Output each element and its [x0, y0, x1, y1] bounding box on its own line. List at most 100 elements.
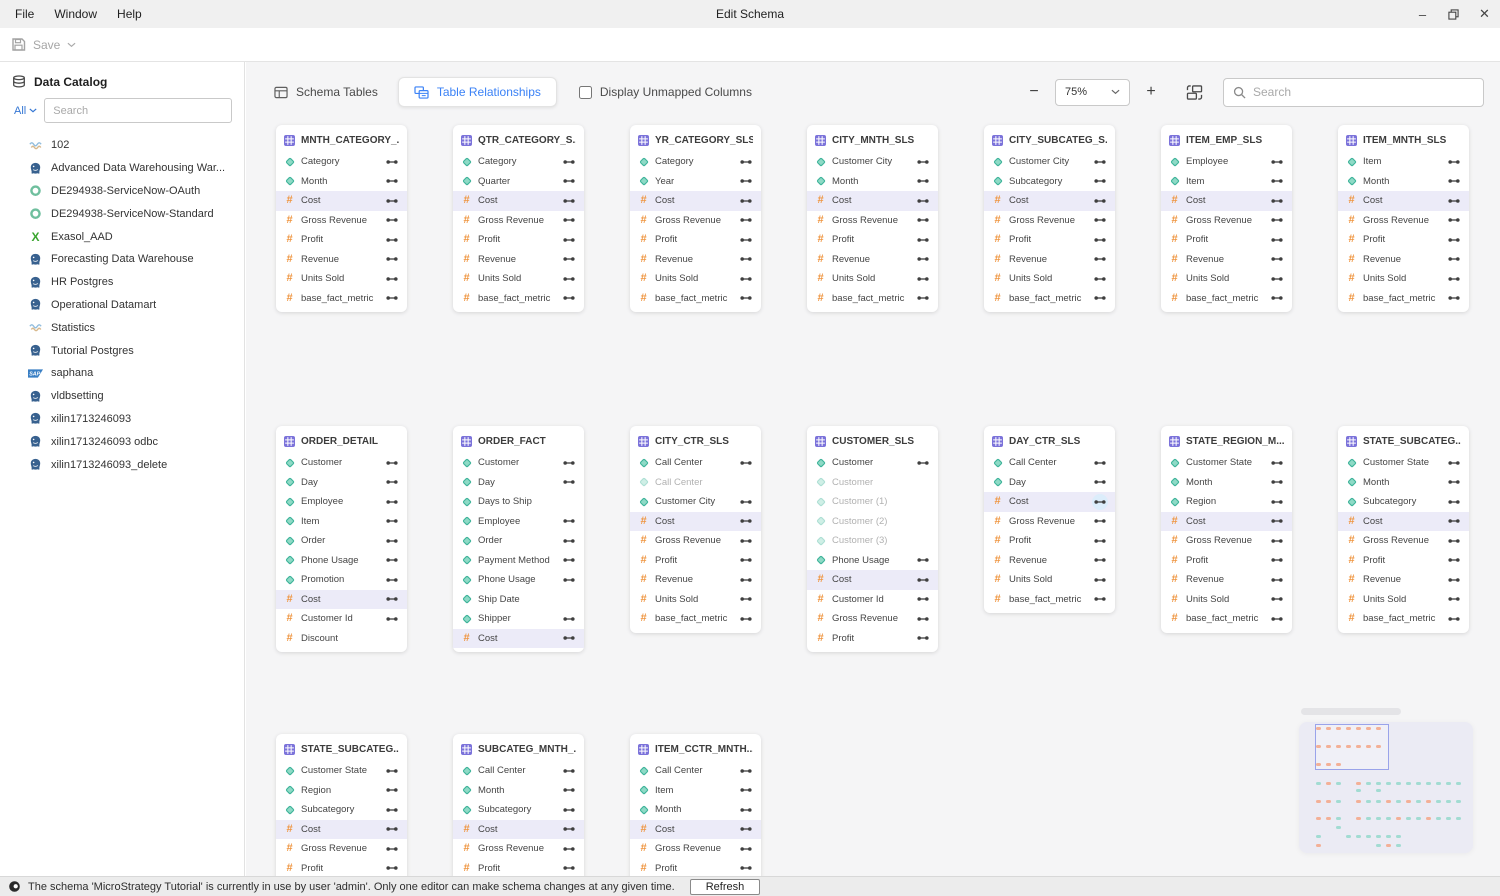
relationship-link-icon[interactable]	[384, 782, 400, 798]
relationship-link-icon[interactable]	[561, 763, 577, 779]
table-column-row[interactable]: #Profit	[984, 531, 1115, 551]
table-card[interactable]: STATE_SUBCATEG...Customer StateMonthSubc…	[1338, 426, 1469, 633]
catalog-item[interactable]: DE294938-ServiceNow-Standard	[0, 202, 244, 225]
table-column-row[interactable]: #base_fact_metric	[630, 289, 761, 309]
table-column-row[interactable]: #Gross Revenue	[984, 211, 1115, 231]
table-column-row[interactable]: Quarter	[453, 172, 584, 192]
table-column-row[interactable]: Month	[1338, 172, 1469, 192]
relationship-link-icon[interactable]	[561, 193, 577, 209]
relationship-link-icon[interactable]	[1446, 251, 1462, 267]
catalog-item[interactable]: vldbsetting	[0, 385, 244, 408]
relationship-link-icon[interactable]	[1446, 212, 1462, 228]
table-column-row[interactable]: #Cost	[630, 512, 761, 532]
relationship-link-icon[interactable]	[738, 271, 754, 287]
relationship-link-icon[interactable]	[561, 802, 577, 818]
relationship-link-icon[interactable]	[561, 533, 577, 549]
catalog-item[interactable]: xilin1713246093_delete	[0, 453, 244, 476]
relationship-link-icon[interactable]	[384, 212, 400, 228]
catalog-item[interactable]: Statistics	[0, 316, 244, 339]
relationship-link-icon[interactable]	[738, 193, 754, 209]
minimap[interactable]	[1299, 722, 1473, 853]
save-button[interactable]: Save	[33, 38, 60, 52]
table-column-row[interactable]: #Revenue	[630, 570, 761, 590]
relationship-link-icon[interactable]	[1269, 232, 1285, 248]
table-column-row[interactable]: #Units Sold	[276, 269, 407, 289]
relationship-link-icon[interactable]	[384, 271, 400, 287]
table-column-row[interactable]: #Revenue	[1338, 570, 1469, 590]
table-column-row[interactable]: #base_fact_metric	[1338, 289, 1469, 309]
catalog-item[interactable]: xilin1713246093 odbc	[0, 430, 244, 453]
table-column-row[interactable]: #Cost	[1338, 191, 1469, 211]
table-card[interactable]: ORDER_FACTCustomerDayDays to ShipEmploye…	[453, 426, 584, 652]
table-column-row[interactable]: Phone Usage	[807, 551, 938, 571]
table-card-header[interactable]: YR_CATEGORY_SLS	[630, 125, 761, 152]
table-column-row[interactable]: #Profit	[1161, 230, 1292, 250]
table-card[interactable]: ITEM_CCTR_MNTH...Call CenterItemMonth#Co…	[630, 734, 761, 876]
table-column-row[interactable]: Phone Usage	[276, 551, 407, 571]
table-column-row[interactable]: Employee	[276, 492, 407, 512]
table-column-row[interactable]: Customer (1)	[807, 492, 938, 512]
relationship-link-icon[interactable]	[561, 455, 577, 471]
relationship-link-icon[interactable]	[561, 860, 577, 876]
relationship-link-icon[interactable]	[738, 455, 754, 471]
table-card-header[interactable]: STATE_REGION_M...	[1161, 426, 1292, 453]
schema-tables-tab[interactable]: Schema Tables	[270, 79, 382, 105]
relationship-link-icon[interactable]	[915, 232, 931, 248]
table-relationships-tab[interactable]: Table Relationships	[398, 77, 557, 107]
table-column-row[interactable]: #Gross Revenue	[630, 211, 761, 231]
relationship-link-icon[interactable]	[561, 271, 577, 287]
relationship-link-icon[interactable]	[384, 860, 400, 876]
table-column-row[interactable]: #Profit	[453, 859, 584, 877]
relationship-link-icon[interactable]	[1269, 455, 1285, 471]
table-column-row[interactable]: Payment Method	[453, 551, 584, 571]
table-card-header[interactable]: ITEM_MNTH_SLS	[1338, 125, 1469, 152]
relationship-link-icon[interactable]	[384, 611, 400, 627]
relationship-link-icon[interactable]	[1446, 494, 1462, 510]
relationship-link-icon[interactable]	[1446, 193, 1462, 209]
relationship-link-icon[interactable]	[1269, 552, 1285, 568]
table-column-row[interactable]: #Profit	[807, 629, 938, 649]
relationship-link-icon[interactable]	[1092, 474, 1108, 490]
table-card[interactable]: CITY_SUBCATEG_S...Customer CitySubcatego…	[984, 125, 1115, 312]
table-column-row[interactable]: Subcategory	[1338, 492, 1469, 512]
relationship-link-icon[interactable]	[738, 212, 754, 228]
relationship-link-icon[interactable]	[738, 154, 754, 170]
table-column-row[interactable]: Item	[276, 512, 407, 532]
menu-window[interactable]: Window	[44, 0, 107, 28]
menu-help[interactable]: Help	[107, 0, 152, 28]
table-column-row[interactable]: #Profit	[807, 230, 938, 250]
relationship-link-icon[interactable]	[384, 533, 400, 549]
table-card[interactable]: CITY_CTR_SLSCall CenterCall CenterCustom…	[630, 426, 761, 633]
relationship-link-icon[interactable]	[561, 154, 577, 170]
table-column-row[interactable]: #Cost	[1161, 191, 1292, 211]
table-column-row[interactable]: #Gross Revenue	[453, 839, 584, 859]
table-column-row[interactable]: Call Center	[630, 473, 761, 493]
canvas-search-box[interactable]	[1223, 78, 1484, 107]
table-column-row[interactable]: Month	[630, 800, 761, 820]
catalog-item[interactable]: XExasol_AAD	[0, 225, 244, 248]
relationship-link-icon[interactable]	[1092, 455, 1108, 471]
relationship-link-icon[interactable]	[1269, 154, 1285, 170]
relationship-link-icon[interactable]	[1092, 154, 1108, 170]
table-column-row[interactable]: #base_fact_metric	[1338, 609, 1469, 629]
relationship-link-icon[interactable]	[1446, 290, 1462, 306]
relationship-link-icon[interactable]	[1446, 455, 1462, 471]
close-button[interactable]: ✕	[1469, 0, 1500, 28]
table-column-row[interactable]: #base_fact_metric	[453, 289, 584, 309]
relationship-link-icon[interactable]	[561, 841, 577, 857]
relationship-link-icon[interactable]	[1269, 271, 1285, 287]
relationship-link-icon[interactable]	[915, 271, 931, 287]
table-column-row[interactable]: Month	[453, 781, 584, 801]
table-column-row[interactable]: #Cost	[453, 820, 584, 840]
relationship-link-icon[interactable]	[1269, 251, 1285, 267]
table-column-row[interactable]: #Cost	[1338, 512, 1469, 532]
catalog-search-input[interactable]	[44, 98, 232, 123]
relationship-link-icon[interactable]	[915, 455, 931, 471]
relationship-link-icon[interactable]	[1092, 494, 1108, 510]
zoom-level-dropdown[interactable]: 75%	[1055, 79, 1130, 106]
table-column-row[interactable]: Customer	[453, 453, 584, 473]
table-card-header[interactable]: QTR_CATEGORY_S...	[453, 125, 584, 152]
relationship-link-icon[interactable]	[384, 821, 400, 837]
table-column-row[interactable]: #base_fact_metric	[1161, 289, 1292, 309]
table-column-row[interactable]: #Revenue	[630, 250, 761, 270]
